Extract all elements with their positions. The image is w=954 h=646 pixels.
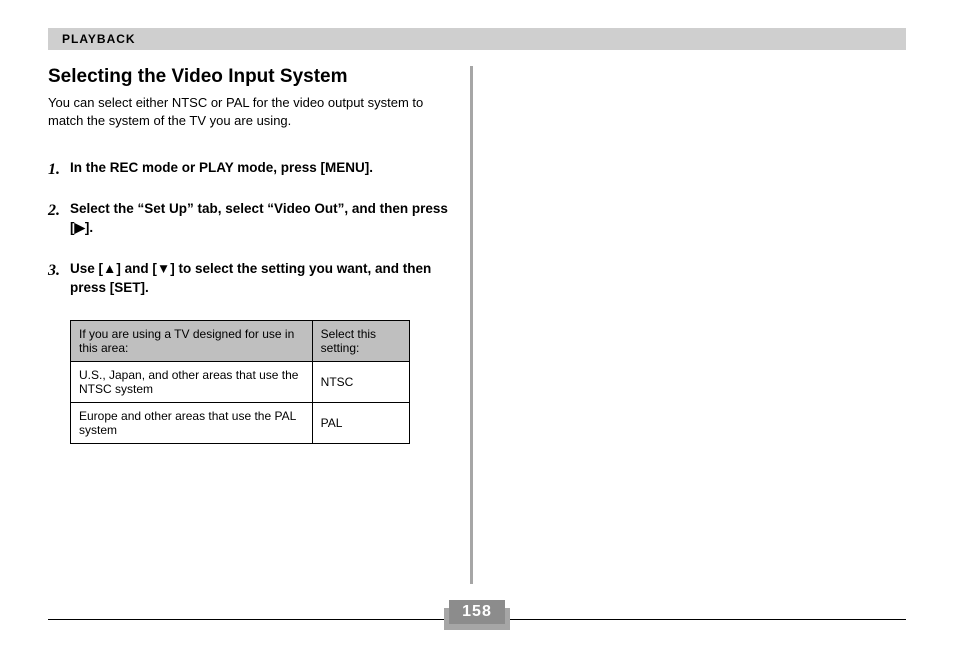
article-title: Selecting the Video Input System bbox=[48, 66, 452, 88]
settings-table: If you are using a TV designed for use i… bbox=[70, 320, 410, 444]
page-number-badge: 158 bbox=[449, 600, 505, 624]
table-cell-area: Europe and other areas that use the PAL … bbox=[71, 402, 313, 443]
table-row: U.S., Japan, and other areas that use th… bbox=[71, 361, 410, 402]
manual-page: PLAYBACK Selecting the Video Input Syste… bbox=[0, 0, 954, 646]
table-cell-setting: NTSC bbox=[312, 361, 409, 402]
table-header-setting: Select this setting: bbox=[312, 320, 409, 361]
column-divider bbox=[470, 66, 473, 584]
section-header: PLAYBACK bbox=[48, 28, 906, 50]
steps-list: In the REC mode or PLAY mode, press [MEN… bbox=[48, 159, 452, 297]
left-column: Selecting the Video Input System You can… bbox=[48, 66, 452, 584]
table-cell-setting: PAL bbox=[312, 402, 409, 443]
page-number: 158 bbox=[462, 603, 492, 621]
content-columns: Selecting the Video Input System You can… bbox=[48, 66, 906, 584]
table-cell-area: U.S., Japan, and other areas that use th… bbox=[71, 361, 313, 402]
table-header-row: If you are using a TV designed for use i… bbox=[71, 320, 410, 361]
step-text: In the REC mode or PLAY mode, press [MEN… bbox=[70, 160, 373, 175]
table-row: Europe and other areas that use the PAL … bbox=[71, 402, 410, 443]
step-item: In the REC mode or PLAY mode, press [MEN… bbox=[48, 159, 452, 178]
section-header-label: PLAYBACK bbox=[62, 32, 136, 46]
step-item: Use [▲] and [▼] to select the setting yo… bbox=[48, 260, 452, 298]
step-item: Select the “Set Up” tab, select “Video O… bbox=[48, 200, 452, 238]
table-header-area: If you are using a TV designed for use i… bbox=[71, 320, 313, 361]
step-text: Use [▲] and [▼] to select the setting yo… bbox=[70, 261, 431, 295]
article-intro: You can select either NTSC or PAL for th… bbox=[48, 94, 452, 129]
step-text: Select the “Set Up” tab, select “Video O… bbox=[70, 201, 448, 235]
right-column bbox=[491, 66, 906, 584]
